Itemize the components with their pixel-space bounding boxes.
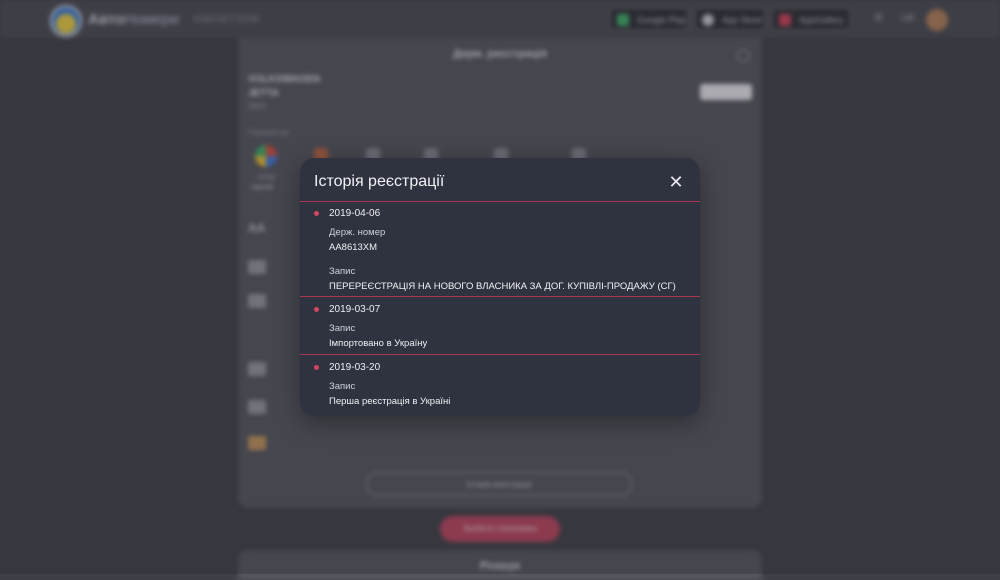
record-value: Перша реєстрація в Україні	[329, 396, 451, 407]
timeline-dot	[314, 307, 319, 312]
modal-title: Історія реєстрації	[314, 173, 445, 190]
entry-date: 2019-03-07	[329, 304, 381, 315]
plate-value: АА8613ХМ	[329, 242, 378, 253]
record-label: Запис	[329, 266, 356, 277]
timeline-dot	[314, 211, 319, 216]
record-label: Запис	[329, 323, 356, 334]
registration-history-modal: Історія реєстрації ✕ 2019-04-06 Держ. но…	[300, 158, 700, 416]
record-value: Імпортовано в Україну	[329, 338, 428, 349]
history-entry: 2019-03-20 Запис Перша реєстрація в Укра…	[300, 355, 700, 415]
timeline-dot	[314, 365, 319, 370]
history-entry: 2019-03-07 Запис Імпортовано в Україну	[300, 297, 700, 354]
record-value: ПЕРЕРЕЄСТРАЦІЯ НА НОВОГО ВЛАСНИКА ЗА ДОГ…	[329, 281, 676, 292]
plate-label: Держ. номер	[329, 227, 386, 238]
entry-date: 2019-03-20	[329, 362, 381, 373]
record-label: Запис	[329, 381, 356, 392]
history-entry: 2019-04-06 Держ. номер АА8613ХМ Запис ПЕ…	[300, 202, 700, 296]
close-icon[interactable]: ✕	[666, 172, 686, 192]
entry-date: 2019-04-06	[329, 208, 381, 219]
